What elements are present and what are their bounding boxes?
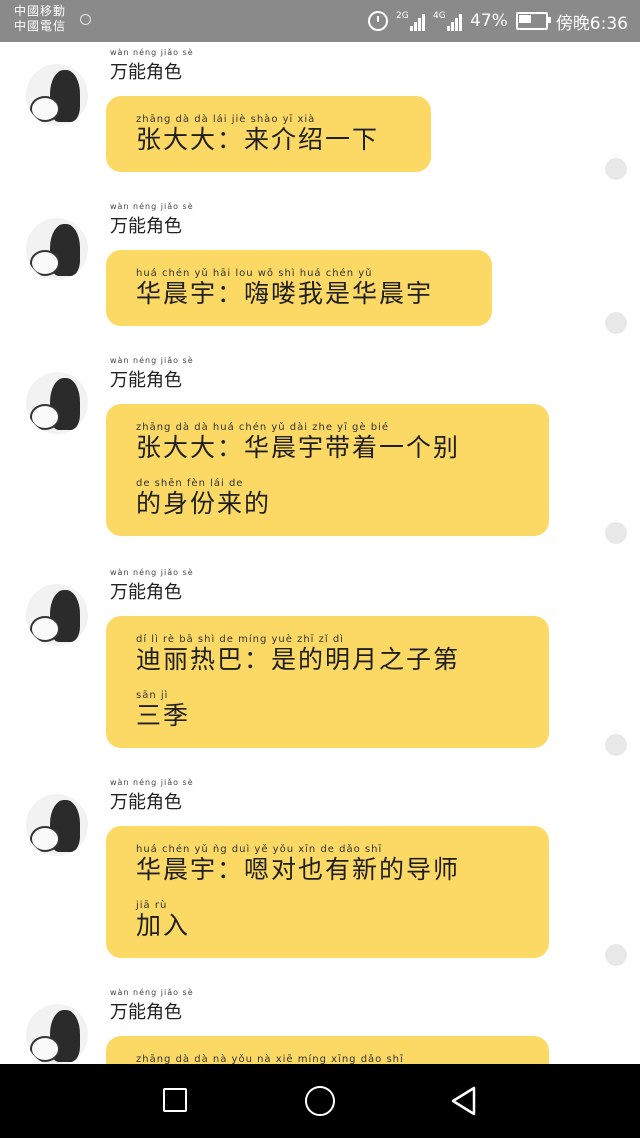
panda-plush-icon [30, 96, 60, 122]
carrier-line-2: 中國電信 [14, 19, 67, 33]
panda-plush-icon [30, 250, 60, 276]
network-4g-label: 4G [433, 11, 446, 21]
sender-name-pinyin: wàn néng jiǎo sè [110, 988, 194, 997]
sender-name-pinyin: wàn néng jiǎo sè [110, 356, 194, 365]
sender-name-pinyin: wàn néng jiǎo sè [110, 778, 194, 787]
panda-plush-icon [30, 616, 60, 642]
sender-name: wàn néng jiǎo sè 万能角色 [110, 48, 193, 84]
message-text: 加入 [136, 911, 191, 940]
triangle-back-icon[interactable] [450, 1086, 478, 1116]
sender-name-text: 万能角色 [110, 216, 182, 237]
sender-name-text: 万能角色 [110, 582, 182, 603]
panda-plush-icon [30, 1036, 60, 1062]
message-bubble[interactable]: zhāng dà dà nà yǒu nà xiē míng xīng dǎo … [106, 1036, 549, 1064]
side-indicator-dot[interactable] [605, 312, 627, 334]
side-indicator-dot[interactable] [605, 158, 627, 180]
side-indicator-dot[interactable] [605, 944, 627, 966]
side-indicator-dot[interactable] [605, 734, 627, 756]
sender-name: wàn néng jiǎo sè 万能角色 [110, 988, 193, 1024]
avatar[interactable] [26, 1004, 88, 1064]
sender-name-pinyin: wàn néng jiǎo sè [110, 48, 194, 57]
message-text: 华晨宇：嗨喽我是华晨宇 [136, 279, 434, 308]
sender-name: wàn néng jiǎo sè 万能角色 [110, 202, 193, 238]
message-text: 张大大：来介绍一下 [136, 125, 380, 154]
message-text: 三季 [136, 701, 191, 730]
sender-name-pinyin: wàn néng jiǎo sè [110, 202, 194, 211]
network-2g-label: 2G [396, 11, 409, 21]
side-indicator-dot[interactable] [605, 522, 627, 544]
alarm-clock-icon [368, 11, 389, 31]
avatar[interactable] [26, 794, 88, 856]
avatar[interactable] [26, 218, 88, 280]
sender-name-text: 万能角色 [110, 1002, 182, 1023]
circle-home-icon[interactable] [305, 1086, 335, 1116]
message-text: 张大大：华晨宇带着一个别 [136, 433, 461, 462]
message-bubble[interactable]: dí lì rè bā shì de míng yuè zhī zǐ dì 迪丽… [106, 616, 549, 748]
message-text: 华晨宇：嗯对也有新的导师 [136, 855, 461, 884]
message-pinyin: zhāng dà dà nà yǒu nà xiē míng xīng dǎo … [136, 1054, 404, 1064]
message-text: 迪丽热巴：是的明月之子第 [136, 645, 461, 674]
status-bar: 中國移動 中國電信 2G 4G 47% 傍晚6:36 [0, 0, 640, 42]
battery-icon [515, 12, 551, 30]
message-bubble[interactable]: zhāng dà dà lái jiè shào yī xià 张大大：来介绍一… [106, 96, 431, 172]
message-text: 的身份来的 [136, 489, 272, 518]
message-pinyin: jiā rù [136, 900, 168, 911]
sender-name: wàn néng jiǎo sè 万能角色 [110, 568, 193, 604]
avatar[interactable] [26, 64, 88, 126]
message-bubble[interactable]: huá chén yǔ ǹg duì yě yǒu xīn de dǎo shī… [106, 826, 549, 958]
message-bubble[interactable]: huá chén yǔ hāi lou wǒ shì huá chén yǔ 华… [106, 250, 492, 326]
avatar[interactable] [26, 584, 88, 646]
panda-plush-icon [30, 404, 60, 430]
status-indicators: 2G 4G 47% 傍晚6:36 [368, 8, 628, 34]
sender-name: wàn néng jiǎo sè 万能角色 [110, 778, 193, 814]
carrier-line-1: 中國移動 [14, 4, 67, 18]
chat-list[interactable]: wàn néng jiǎo sè 万能角色 zhāng dà dà lái ji… [0, 42, 640, 1064]
sender-name-text: 万能角色 [110, 370, 182, 391]
navigation-bar [0, 1064, 640, 1138]
panda-plush-icon [30, 826, 60, 852]
message-bubble[interactable]: zhāng dà dà huá chén yǔ dài zhe yī gè bi… [106, 404, 549, 536]
carrier-info: 中國移動 中國電信 [14, 4, 66, 34]
sender-name-pinyin: wàn néng jiǎo sè [110, 568, 194, 577]
sender-name: wàn néng jiǎo sè 万能角色 [110, 356, 193, 392]
battery-percent: 47% [470, 11, 508, 31]
avatar[interactable] [26, 372, 88, 434]
notification-dot-icon [80, 14, 91, 25]
sender-name-text: 万能角色 [110, 62, 182, 83]
signal-4g-icon: 4G [433, 11, 463, 31]
square-recent-apps-icon[interactable] [163, 1088, 187, 1112]
clock-time: 傍晚6:36 [555, 13, 628, 34]
signal-2g-icon: 2G [396, 11, 426, 31]
sender-name-text: 万能角色 [110, 792, 182, 813]
message-pinyin: sān jì [136, 690, 169, 701]
